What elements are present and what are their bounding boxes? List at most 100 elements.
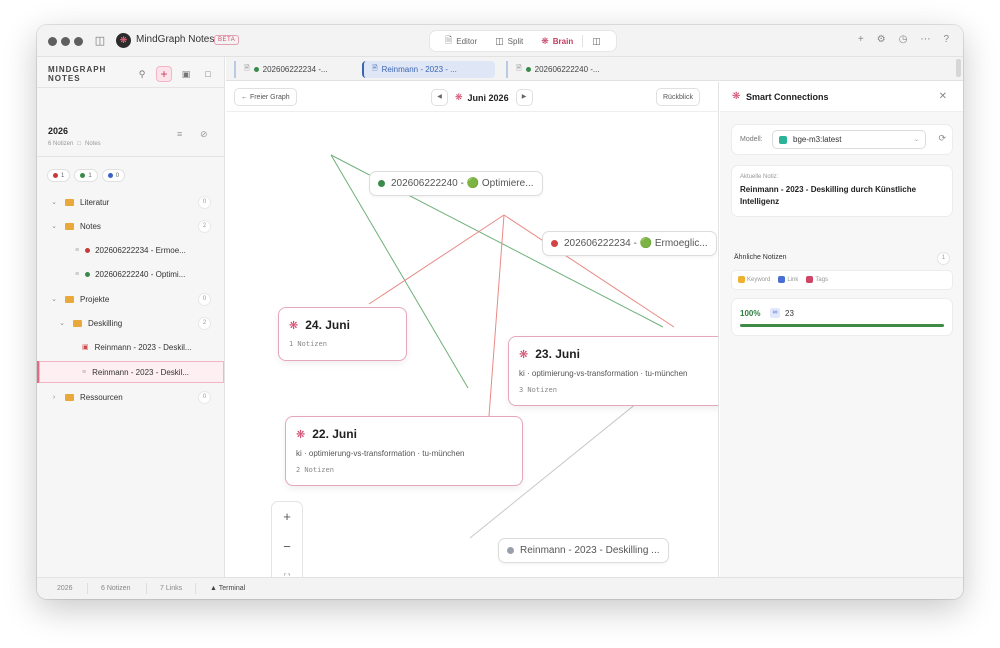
status-year: 2026 <box>57 585 73 592</box>
tree-folder-literatur[interactable]: ⌄ Literatur 0 <box>37 191 224 213</box>
settings-icon[interactable]: ⚙ <box>877 34 886 45</box>
mode-split-button[interactable]: ◫ Split <box>486 36 532 47</box>
tab-note-1[interactable]: 🗎 202606222234 -... <box>234 61 336 78</box>
chevron-down-icon[interactable]: ⌄ <box>49 295 59 303</box>
tree-label: Literatur <box>80 197 110 207</box>
document-icon: 🗎 <box>445 35 453 45</box>
day-note-count: 1 Notizen <box>289 340 327 348</box>
status-bar: 2026 6 Notizen 7 Links ▲ Terminal <box>37 577 963 599</box>
refresh-icon[interactable]: ⟳ <box>938 133 946 144</box>
tree-count: 0 <box>199 293 210 305</box>
document-icon: 🗎 <box>244 65 250 72</box>
day-title: ❋ 23. Juni <box>519 347 718 361</box>
tree-folder-projekte[interactable]: ⌄ Projekte 0 <box>37 288 224 310</box>
new-folder-icon[interactable]: □ <box>200 66 216 82</box>
zoom-in-button[interactable]: + <box>272 502 302 532</box>
fit-view-button[interactable]: ⛶ <box>272 562 302 577</box>
model-select[interactable]: bge-m3:latest ⌄ <box>773 131 925 148</box>
terminal-button[interactable]: ▲ Terminal <box>210 585 245 592</box>
new-icon[interactable]: + <box>858 34 864 45</box>
day-card-24[interactable]: ❋ 24. Juni 1 Notizen <box>279 308 406 360</box>
filter-keyword[interactable]: Keyword <box>738 276 770 284</box>
app-name: MindGraph Notes <box>136 34 215 45</box>
similarity-percent: 100% <box>740 309 761 318</box>
chip-count: 1 <box>61 172 65 179</box>
status-chip-green[interactable]: 1 <box>75 170 97 181</box>
image-icon[interactable]: ▣ <box>178 66 194 82</box>
current-note-label: Aktuelle Notiz: <box>740 174 779 180</box>
red-dot-icon <box>85 247 91 253</box>
panel-toggle-button[interactable]: ◫ <box>583 36 610 47</box>
mode-split-label: Split <box>507 36 524 46</box>
minimize-window-button[interactable] <box>61 37 70 46</box>
chevron-right-icon[interactable]: › <box>49 394 59 401</box>
mode-editor-button[interactable]: 🗎 Editor <box>436 33 486 49</box>
file-icon: ≡ <box>82 368 87 376</box>
chevron-down-icon: ⌄ <box>913 137 919 143</box>
tree-label: Projekte <box>80 294 110 304</box>
tab-scrollbar[interactable] <box>956 59 961 77</box>
year-note-count: 6 Notizen <box>48 141 74 147</box>
tree-count: 0 <box>199 391 210 403</box>
search-icon[interactable]: ⚲ <box>134 66 150 82</box>
tree-label: Reinmann - 2023 - Deskil... <box>92 367 190 377</box>
tree-folder-notes[interactable]: ⌄ Notes 2 <box>37 215 224 237</box>
current-note-card: Aktuelle Notiz: Reinmann - 2023 - Deskil… <box>732 166 952 216</box>
graph-note-ermoeglic[interactable]: 202606222234 - 🟢 Ermoeglic... <box>543 232 716 255</box>
green-dot-icon <box>80 173 86 178</box>
day-tags: ki · optimierung-vs-transformation · tu-… <box>296 449 465 458</box>
model-card: Modell: bge-m3:latest ⌄ ⟳ <box>732 125 952 154</box>
tree-label: 202606222240 - Optimi... <box>95 269 186 279</box>
day-card-23[interactable]: ❋ 23. Juni ki · optimierung-vs-transforma… <box>509 337 718 405</box>
tab-label: 202606222240 -... <box>534 65 600 74</box>
more-icon[interactable]: ⋯ <box>920 34 930 45</box>
day-card-22[interactable]: ❋ 22. Juni ki · optimierung-vs-transforma… <box>286 417 522 485</box>
tree-note-optimi[interactable]: ≡ 202606222240 - Optimi... <box>37 263 224 285</box>
note-label: Reinmann - 2023 - Deskilling ... <box>520 545 660 556</box>
tree-note-ermoe[interactable]: ≡ 202606222234 - Ermoe... <box>37 239 224 261</box>
close-window-button[interactable] <box>48 37 57 46</box>
tab-label: 202606222234 -... <box>262 65 328 74</box>
mode-brain-button[interactable]: ❋ Brain <box>532 36 582 47</box>
model-label: Modell: <box>740 136 763 143</box>
graph-note-reinmann[interactable]: Reinmann - 2023 - Deskilling ... <box>499 539 668 562</box>
history-icon[interactable]: ◷ <box>899 34 908 45</box>
edge-red <box>368 214 505 305</box>
graph-note-optimiere[interactable]: 202606222240 - 🟢 Optimiere... <box>370 172 542 195</box>
close-icon[interactable]: ✕ <box>939 91 947 102</box>
brain-graph: ← Freier Graph ◀ ❋ Juni 2026 ▶ Rückblick … <box>226 82 719 577</box>
similar-note-result[interactable]: 100% ∞ 23 <box>732 299 952 335</box>
filter-tags[interactable]: Tags <box>806 276 829 284</box>
link-icon: ∞ <box>770 308 780 318</box>
sidebar-toggle-icon[interactable]: ◫ <box>92 33 108 49</box>
status-chip-red[interactable]: 1 <box>48 170 70 181</box>
folder-icon <box>65 295 74 303</box>
new-note-button[interactable]: + <box>156 66 172 82</box>
green-dot-icon <box>85 271 91 277</box>
tab-reinmann[interactable]: 🗎 Reinmann - 2023 - ... <box>362 61 495 78</box>
chevron-right-icon[interactable]: ⌄ <box>49 198 59 206</box>
tree-pdf-reinmann[interactable]: ▣ Reinmann - 2023 - Deskil... <box>37 336 224 358</box>
help-icon[interactable]: ? <box>943 34 949 45</box>
zoom-out-button[interactable]: − <box>272 532 302 562</box>
filter-link[interactable]: Link <box>778 276 798 284</box>
status-chip-blue[interactable]: 0 <box>102 170 125 181</box>
tree-label: Deskilling <box>88 318 123 328</box>
tab-note-2[interactable]: 🗎 202606222240 -... <box>506 61 608 78</box>
chevron-down-icon[interactable]: ⌄ <box>57 319 67 327</box>
red-dot-icon <box>551 240 558 247</box>
zoom-window-button[interactable] <box>74 37 83 46</box>
file-icon: ≡ <box>75 270 80 278</box>
tree-note-reinmann[interactable]: ≡ Reinmann - 2023 - Deskil... <box>37 361 224 383</box>
filter-label: Tags <box>815 277 829 284</box>
status-chips: 1 1 0 <box>48 170 125 181</box>
chevron-down-icon[interactable]: ⌄ <box>49 222 59 230</box>
day-tags: ki · optimierung-vs-transformation · tu-… <box>519 369 688 378</box>
folder-icon <box>65 222 74 230</box>
hide-icon[interactable]: ⊘ <box>200 129 208 140</box>
current-note-title: Reinmann - 2023 - Deskilling durch Künst… <box>740 185 917 206</box>
tree-folder-ressourcen[interactable]: › Ressourcen 0 <box>37 386 224 408</box>
tree-folder-deskilling[interactable]: ⌄ Deskilling 2 <box>37 312 224 334</box>
day-title-text: 22. Juni <box>312 427 357 441</box>
sort-icon[interactable]: ≡ <box>177 129 182 139</box>
